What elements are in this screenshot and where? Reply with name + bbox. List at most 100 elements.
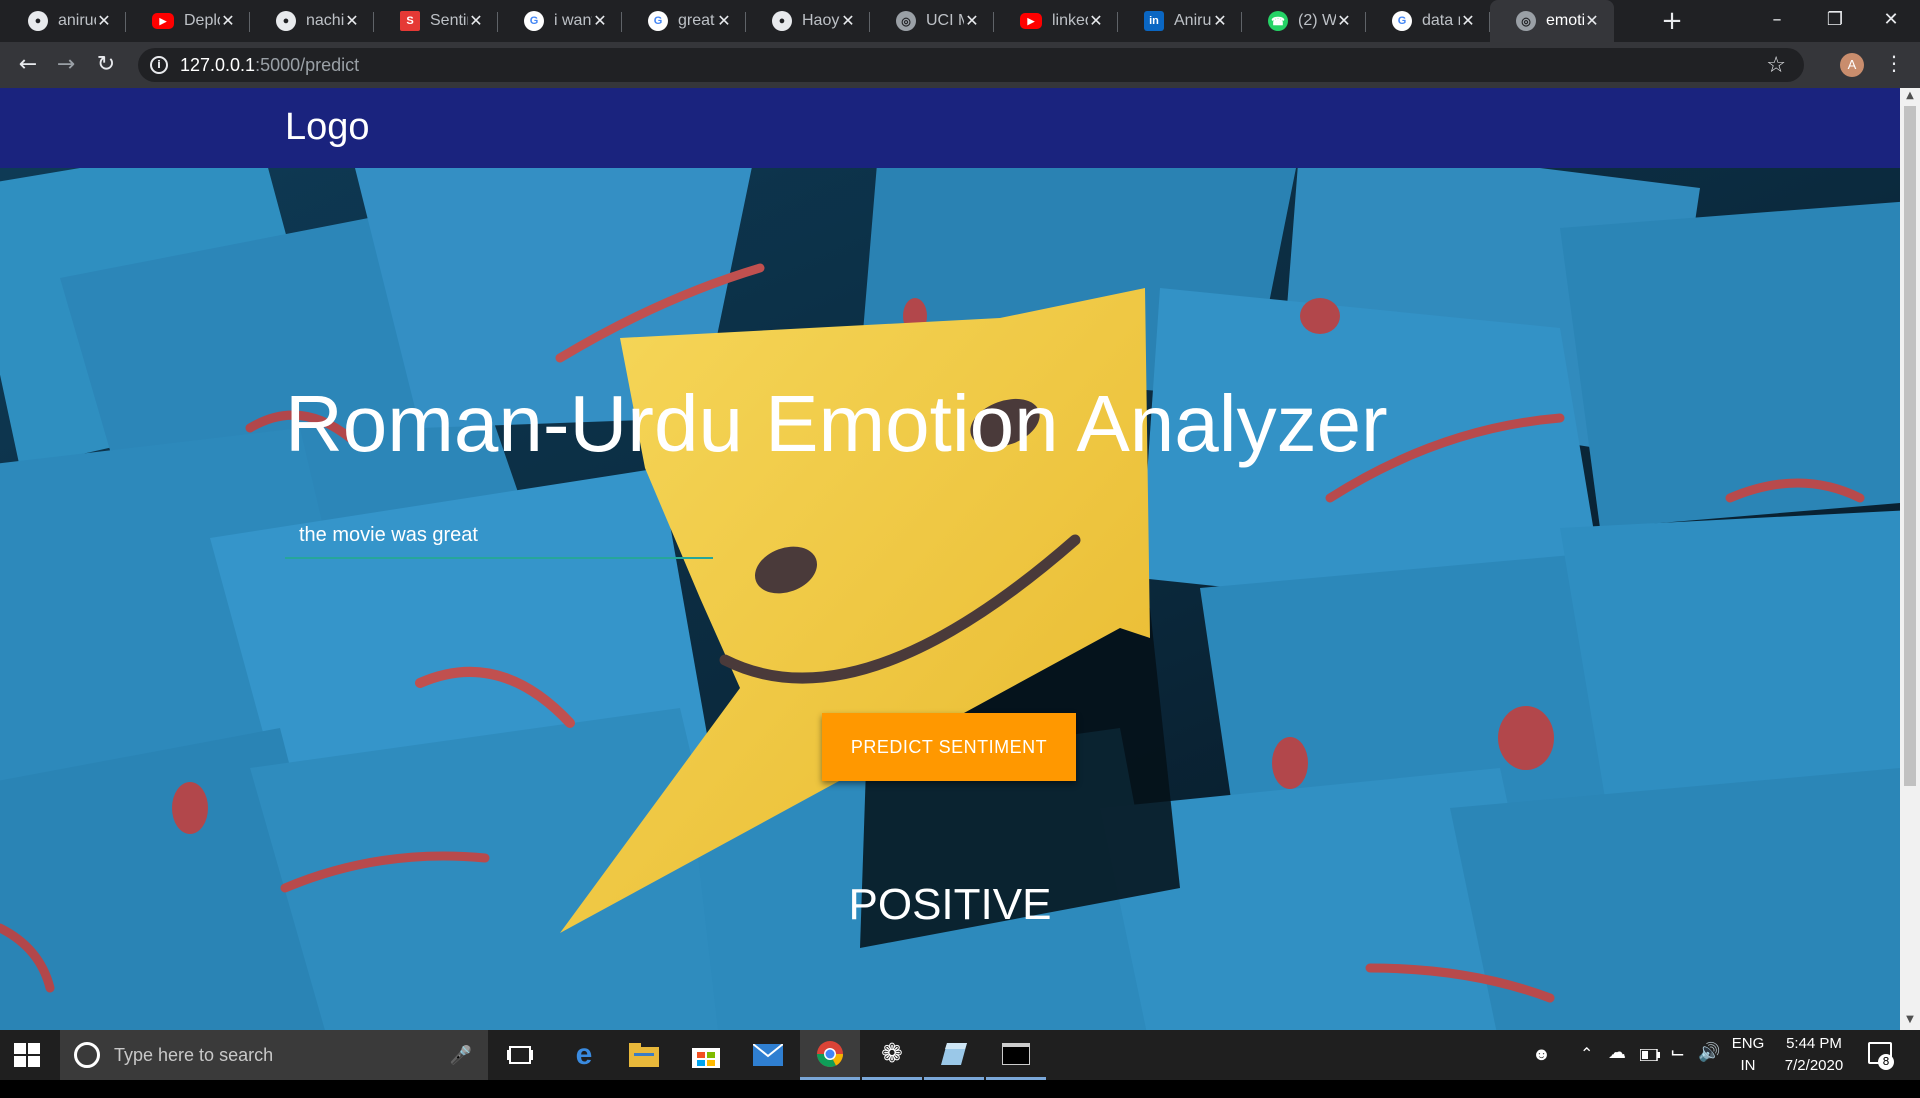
browser-tab[interactable]: ● nachi-l✕ xyxy=(250,0,374,42)
bookmark-star-icon[interactable]: ☆ xyxy=(1766,53,1786,78)
browser-tab[interactable]: in Anirud✕ xyxy=(1118,0,1242,42)
windows-start-icon[interactable] xyxy=(14,1043,40,1067)
minimize-button[interactable]: – xyxy=(1748,0,1806,42)
clock[interactable]: 5:44 PM 7/2/2020 xyxy=(1770,1030,1858,1083)
taskbar-search[interactable]: Type here to search 🎤 xyxy=(60,1030,488,1080)
browser-tab[interactable]: ◎ emotic✕ xyxy=(1490,0,1614,42)
back-arrow-icon[interactable]: ← xyxy=(14,51,42,79)
battery-icon[interactable] xyxy=(1639,1048,1660,1098)
sentiment-result: POSITIVE xyxy=(848,880,1052,929)
url-path: :5000/predict xyxy=(255,54,360,75)
tab-title: (2) Wh xyxy=(1298,12,1336,29)
close-tab-icon[interactable]: ✕ xyxy=(344,11,360,31)
scroll-thumb[interactable] xyxy=(1904,106,1916,786)
info-icon[interactable]: i xyxy=(150,56,168,74)
tab-title: i want xyxy=(554,12,592,29)
profile-avatar[interactable]: A xyxy=(1840,53,1864,77)
whatsapp-icon: ☎ xyxy=(1268,11,1288,31)
close-tab-icon[interactable]: ✕ xyxy=(592,11,608,31)
spider-app-icon[interactable]: ❁ xyxy=(862,1030,922,1080)
close-tab-icon[interactable]: ✕ xyxy=(220,11,236,31)
page-title: Roman-Urdu Emotion Analyzer xyxy=(285,379,1388,468)
logo[interactable]: Logo xyxy=(285,106,370,149)
notification-count-badge: 8 xyxy=(1878,1054,1894,1070)
mail-icon[interactable] xyxy=(738,1030,798,1080)
close-tab-icon[interactable]: ✕ xyxy=(1584,11,1600,31)
close-tab-icon[interactable]: ✕ xyxy=(964,11,980,31)
github-icon: ● xyxy=(28,11,48,31)
input-language[interactable]: ENG IN xyxy=(1728,1030,1768,1083)
url-host: 127.0.0.1 xyxy=(180,54,256,75)
globe-icon: ◎ xyxy=(1516,11,1536,31)
tab-title: Haoyu xyxy=(802,12,840,29)
close-tab-icon[interactable]: ✕ xyxy=(1088,11,1104,31)
notepad-app-icon[interactable] xyxy=(924,1030,984,1080)
close-tab-icon[interactable]: ✕ xyxy=(840,11,856,31)
browser-tab[interactable]: ◎ UCI M✕ xyxy=(870,0,994,42)
people-icon[interactable]: ☻ xyxy=(1532,1044,1551,1094)
forward-arrow-icon[interactable]: → xyxy=(52,51,80,79)
review-text-input[interactable] xyxy=(285,513,713,559)
browser-tab[interactable]: ☎ (2) Wh✕ xyxy=(1242,0,1366,42)
predict-sentiment-button[interactable]: PREDICT SENTIMENT xyxy=(822,713,1076,781)
windows-taskbar: Type here to search 🎤 e ❁ ☻ ⌃ ☁ ⌙ 🔊 ENG … xyxy=(0,1030,1920,1080)
close-tab-icon[interactable]: ✕ xyxy=(716,11,732,31)
browser-tab[interactable]: ▶ linkedi✕ xyxy=(994,0,1118,42)
search-placeholder: Type here to search xyxy=(114,1044,274,1065)
task-view-icon[interactable] xyxy=(490,1030,550,1080)
clock-date: 7/2/2020 xyxy=(1784,1057,1844,1074)
google-icon: G xyxy=(524,11,544,31)
hero-background: Roman-Urdu Emotion Analyzer PREDICT SENT… xyxy=(0,168,1900,1030)
tab-strip: ●anirud✕▶Deploy✕●nachi-l✕SSentim✕Gi want… xyxy=(0,0,1920,42)
linkedin-icon: in xyxy=(1144,11,1164,31)
chrome-menu-icon[interactable]: ⋮ xyxy=(1884,51,1904,75)
scroll-up-icon[interactable]: ▲ xyxy=(1900,90,1920,101)
address-bar[interactable]: i 127.0.0.1:5000/predict ☆ xyxy=(138,48,1804,82)
google-icon: G xyxy=(648,11,668,31)
language-label: ENG xyxy=(1731,1035,1765,1052)
onedrive-cloud-icon[interactable]: ☁ xyxy=(1608,1042,1626,1092)
browser-tab[interactable]: Ggreat c✕ xyxy=(622,0,746,42)
browser-tab[interactable]: ▶ Deploy✕ xyxy=(126,0,250,42)
browser-tab[interactable]: S Sentim✕ xyxy=(374,0,498,42)
site-icon: S xyxy=(400,11,420,31)
clock-time: 5:44 PM xyxy=(1786,1035,1842,1052)
globe-icon: ◎ xyxy=(896,11,916,31)
google-icon: G xyxy=(1392,11,1412,31)
tab-title: great c xyxy=(678,12,716,29)
microsoft-store-icon[interactable] xyxy=(676,1030,736,1080)
scroll-down-icon[interactable]: ▼ xyxy=(1900,1014,1920,1025)
region-label: IN xyxy=(1740,1057,1756,1074)
tab-title: linkedi xyxy=(1052,12,1088,29)
navbar: Logo xyxy=(0,88,1900,168)
close-tab-icon[interactable]: ✕ xyxy=(468,11,484,31)
browser-tab[interactable]: ● anirud✕ xyxy=(2,0,126,42)
tab-title: nachi-l xyxy=(306,12,344,29)
browser-tab[interactable]: Gdata m✕ xyxy=(1366,0,1490,42)
github-icon: ● xyxy=(276,11,296,31)
browser-tab[interactable]: ● Haoyu✕ xyxy=(746,0,870,42)
close-tab-icon[interactable]: ✕ xyxy=(1460,11,1476,31)
restore-button[interactable]: ❐ xyxy=(1806,0,1864,42)
close-tab-icon[interactable]: ✕ xyxy=(1212,11,1228,31)
microphone-icon[interactable]: 🎤 xyxy=(450,1045,472,1066)
reload-icon[interactable]: ↻ xyxy=(92,51,120,79)
tab-title: Sentim xyxy=(430,12,468,29)
cortana-icon xyxy=(74,1042,100,1068)
web-page: Logo Roman-Urdu Emotion Analyzer the mov… xyxy=(0,88,1900,1030)
youtube-icon: ▶ xyxy=(1020,13,1042,29)
browser-tab[interactable]: Gi want ✕ xyxy=(498,0,622,42)
edge-icon[interactable]: e xyxy=(554,1030,614,1080)
terminal-icon[interactable] xyxy=(986,1030,1046,1080)
new-tab-button[interactable]: + xyxy=(1656,6,1688,36)
tray-chevron-up-icon[interactable]: ⌃ xyxy=(1580,1044,1593,1094)
chrome-icon[interactable] xyxy=(800,1030,860,1080)
close-tab-icon[interactable]: ✕ xyxy=(1336,11,1352,31)
github-icon: ● xyxy=(772,11,792,31)
file-explorer-icon[interactable] xyxy=(614,1030,674,1080)
vertical-scrollbar[interactable]: ▲ ▼ xyxy=(1900,88,1920,1030)
close-tab-icon[interactable]: ✕ xyxy=(96,11,112,31)
wifi-icon[interactable]: ⌙ xyxy=(1670,1042,1685,1092)
volume-icon[interactable]: 🔊 xyxy=(1698,1042,1720,1092)
close-window-button[interactable]: ✕ xyxy=(1862,0,1920,42)
